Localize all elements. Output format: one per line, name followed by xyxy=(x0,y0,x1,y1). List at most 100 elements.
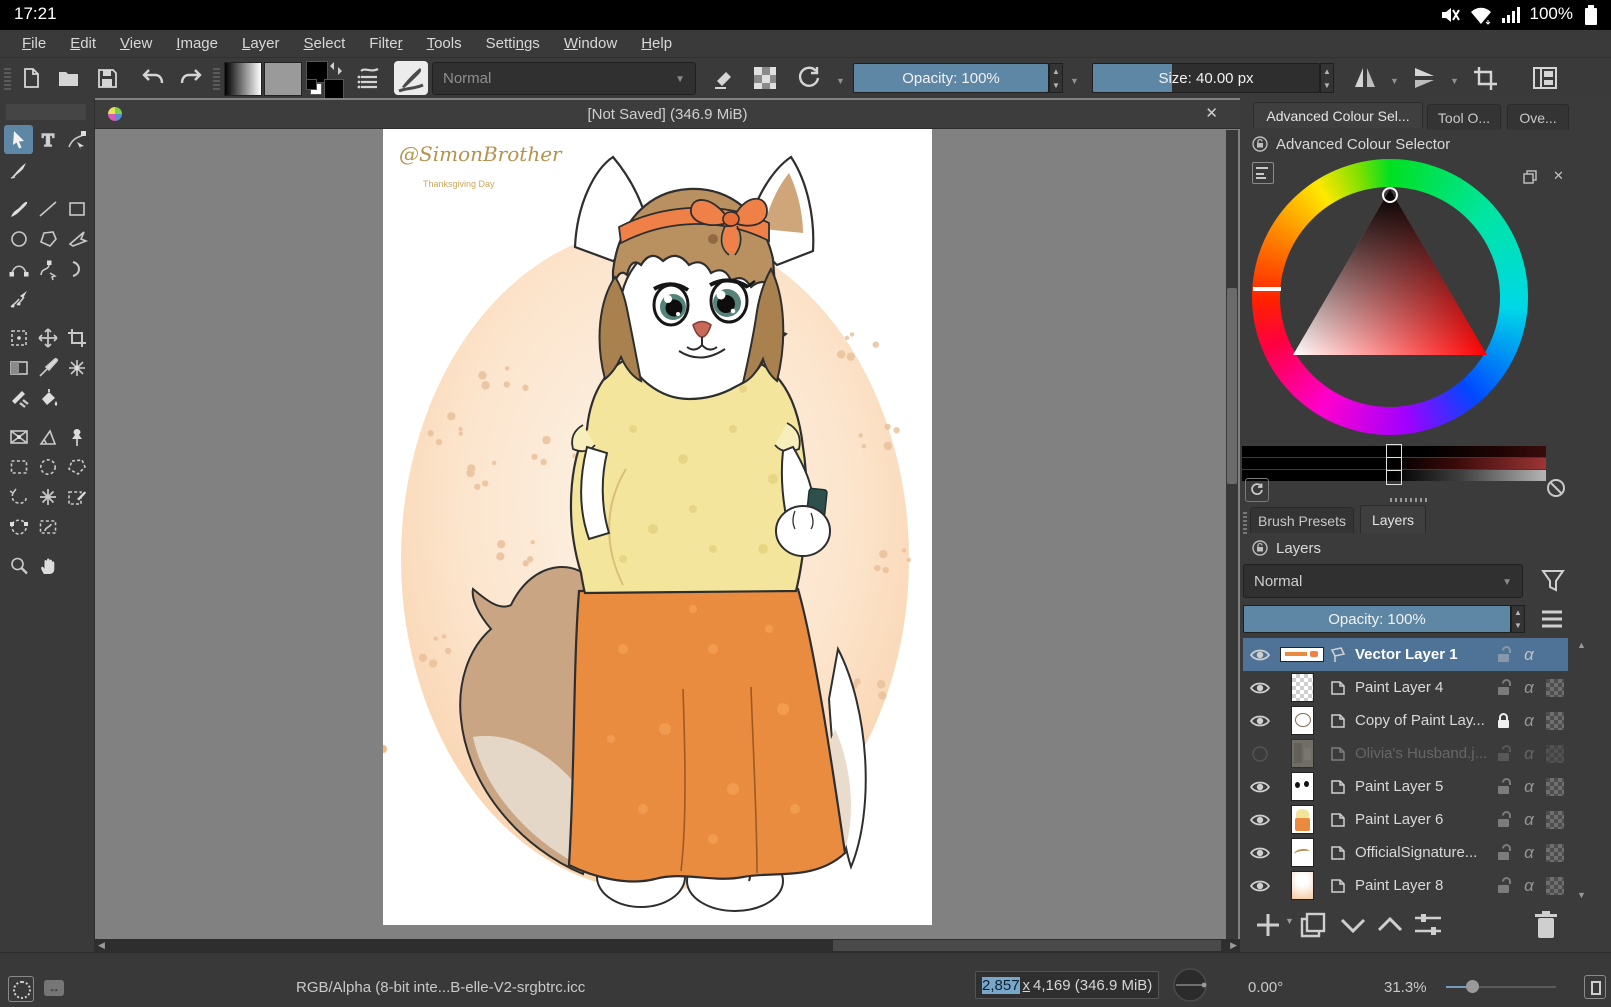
layer-unlocked-icon[interactable] xyxy=(1490,679,1516,697)
arc-tool[interactable] xyxy=(62,254,91,283)
polyline-tool[interactable] xyxy=(62,224,91,253)
horizontal-mirror-tool-button[interactable] xyxy=(1348,62,1382,94)
layer-name[interactable]: Vector Layer 1 xyxy=(1349,646,1490,663)
layer-hidden-icon[interactable] xyxy=(1243,745,1277,763)
horizontal-scrollbar-thumb[interactable] xyxy=(833,940,1221,951)
freehand-path-tool[interactable] xyxy=(33,254,62,283)
ellipse-select-tool[interactable] xyxy=(33,452,62,481)
layer-alpha-icon[interactable]: α xyxy=(1516,876,1542,896)
inherit-alpha-icon[interactable] xyxy=(1542,745,1568,763)
move-tool[interactable] xyxy=(33,323,62,352)
edit-brush-settings-button[interactable] xyxy=(352,62,386,94)
layer-name[interactable]: Paint Layer 5 xyxy=(1349,778,1490,795)
rect-select-tool[interactable] xyxy=(4,452,33,481)
canvas-vertical-scrollbar[interactable] xyxy=(1226,130,1238,940)
layer-name[interactable]: OfficialSignature... xyxy=(1349,844,1490,861)
open-document-button[interactable] xyxy=(52,62,86,94)
layer-blending-mode-combo[interactable]: Normal ▼ xyxy=(1243,564,1523,598)
undo-button[interactable] xyxy=(136,62,170,94)
layer-properties-button[interactable] xyxy=(1412,910,1444,940)
line-tool[interactable] xyxy=(33,194,62,223)
layer-row-3[interactable]: Olivia's Husband.j...α xyxy=(1243,737,1568,770)
scroll-left-icon[interactable]: ◀ xyxy=(98,940,105,951)
pan-tool[interactable] xyxy=(33,551,62,580)
layer-name[interactable]: Copy of Paint Lay... xyxy=(1349,712,1490,729)
layer-thumbnail[interactable] xyxy=(1291,838,1314,867)
opacity-spinner[interactable]: ▲▼ xyxy=(1049,63,1063,93)
layer-visible-icon[interactable] xyxy=(1243,811,1277,829)
edit-shapes-tool[interactable] xyxy=(62,125,91,154)
reset-colors-swatch-black[interactable] xyxy=(306,79,317,90)
brush-size-slider[interactable]: Size: 40.00 px xyxy=(1092,63,1320,93)
menu-item-filter[interactable]: Filter xyxy=(357,35,414,52)
freehand-select-tool[interactable] xyxy=(4,482,33,511)
preserve-alpha-button[interactable] xyxy=(748,62,782,94)
layer-unlocked-icon[interactable] xyxy=(1490,877,1516,895)
select-shapes-tool[interactable] xyxy=(4,125,33,154)
layer-unlocked-icon[interactable] xyxy=(1490,745,1516,763)
pattern-chooser[interactable] xyxy=(264,62,302,96)
inherit-alpha-icon[interactable] xyxy=(1542,778,1568,796)
inherit-alpha-icon[interactable] xyxy=(1542,811,1568,829)
layer-visible-icon[interactable] xyxy=(1243,877,1277,895)
image-size-field[interactable]: 2,857 x 4,169 (346.9 MiB) xyxy=(975,971,1159,999)
zoom-to-fit-button[interactable] xyxy=(1584,975,1606,999)
layer-name[interactable]: Olivia's Husband.j... xyxy=(1349,745,1490,762)
layer-thumbnail[interactable] xyxy=(1291,739,1314,768)
layer-thumbnail[interactable] xyxy=(1291,706,1314,735)
layer-row-7[interactable]: Paint Layer 8α xyxy=(1243,869,1568,902)
dynamic-brush-tool[interactable] xyxy=(4,284,33,313)
pan-mode-button[interactable]: ↔ xyxy=(44,980,64,996)
layer-row-6[interactable]: OfficialSignature...α xyxy=(1243,836,1568,869)
bezier-curve-tool[interactable] xyxy=(4,254,33,283)
similar-select-tool[interactable] xyxy=(33,482,62,511)
menu-item-settings[interactable]: Settings xyxy=(474,35,552,52)
refresh-shades-button[interactable] xyxy=(1245,478,1269,502)
chevron-down-icon[interactable]: ▼ xyxy=(1070,76,1079,86)
colorize-mask-tool[interactable] xyxy=(4,383,33,412)
layer-unlocked-icon[interactable] xyxy=(1490,844,1516,862)
rectangle-tool[interactable] xyxy=(62,194,91,223)
measure-tool[interactable] xyxy=(33,422,62,451)
menu-item-layer[interactable]: Layer xyxy=(230,35,292,52)
layer-row-0[interactable]: Vector Layer 1α xyxy=(1243,638,1568,671)
inherit-alpha-icon[interactable] xyxy=(1542,712,1568,730)
selection-display-mode-button[interactable] xyxy=(8,976,34,1002)
toolbar-grip[interactable] xyxy=(213,66,220,90)
close-document-icon[interactable]: ✕ xyxy=(1205,104,1218,122)
layer-name[interactable]: Paint Layer 6 xyxy=(1349,811,1490,828)
menu-item-edit[interactable]: Edit xyxy=(58,35,108,52)
layer-thumbnail[interactable] xyxy=(1291,772,1314,801)
chevron-down-icon[interactable]: ▼ xyxy=(836,76,845,86)
scroll-right-icon[interactable]: ▶ xyxy=(1230,940,1237,951)
swap-colors-icon[interactable] xyxy=(328,61,344,76)
brush-blending-mode-combo[interactable]: Normal ▼ xyxy=(432,62,696,95)
layer-row-2[interactable]: Copy of Paint Lay...α xyxy=(1243,704,1568,737)
chevron-down-icon[interactable]: ▼ xyxy=(1390,76,1399,86)
canvas-horizontal-scrollbar[interactable]: ◀ ▶ xyxy=(95,939,1240,952)
duplicate-layer-button[interactable] xyxy=(1298,910,1328,940)
layer-options-menu-icon[interactable] xyxy=(1540,608,1564,630)
wrap-around-mode-button[interactable] xyxy=(1468,62,1502,94)
layer-visible-icon[interactable] xyxy=(1243,646,1277,664)
tab-tool-options[interactable]: Tool O... xyxy=(1427,104,1501,130)
move-layer-down-button[interactable] xyxy=(1338,912,1368,938)
layer-unlocked-icon[interactable] xyxy=(1490,778,1516,796)
add-layer-dropdown-icon[interactable]: ▼ xyxy=(1285,916,1294,926)
menu-item-view[interactable]: View xyxy=(108,35,164,52)
layer-name[interactable]: Paint Layer 4 xyxy=(1349,679,1490,696)
zoom-slider-handle[interactable] xyxy=(1466,980,1479,993)
text-tool[interactable]: T xyxy=(33,125,62,154)
delete-layer-button[interactable] xyxy=(1532,909,1560,941)
vertical-scrollbar-thumb[interactable] xyxy=(1227,288,1237,484)
redo-button[interactable] xyxy=(174,62,208,94)
inherit-alpha-icon[interactable] xyxy=(1542,679,1568,697)
assistants-tool[interactable] xyxy=(4,422,33,451)
choose-brush-preset-button[interactable] xyxy=(394,61,428,95)
tab-brush-presets[interactable]: Brush Presets xyxy=(1250,507,1354,533)
tab-bar-grip[interactable] xyxy=(1243,510,1247,534)
save-button[interactable] xyxy=(90,62,124,94)
colour-selector-header[interactable]: Advanced Colour Selector ✕ xyxy=(1240,132,1611,156)
enclose-select-tool[interactable] xyxy=(62,482,91,511)
layer-thumbnail[interactable] xyxy=(1280,647,1324,662)
